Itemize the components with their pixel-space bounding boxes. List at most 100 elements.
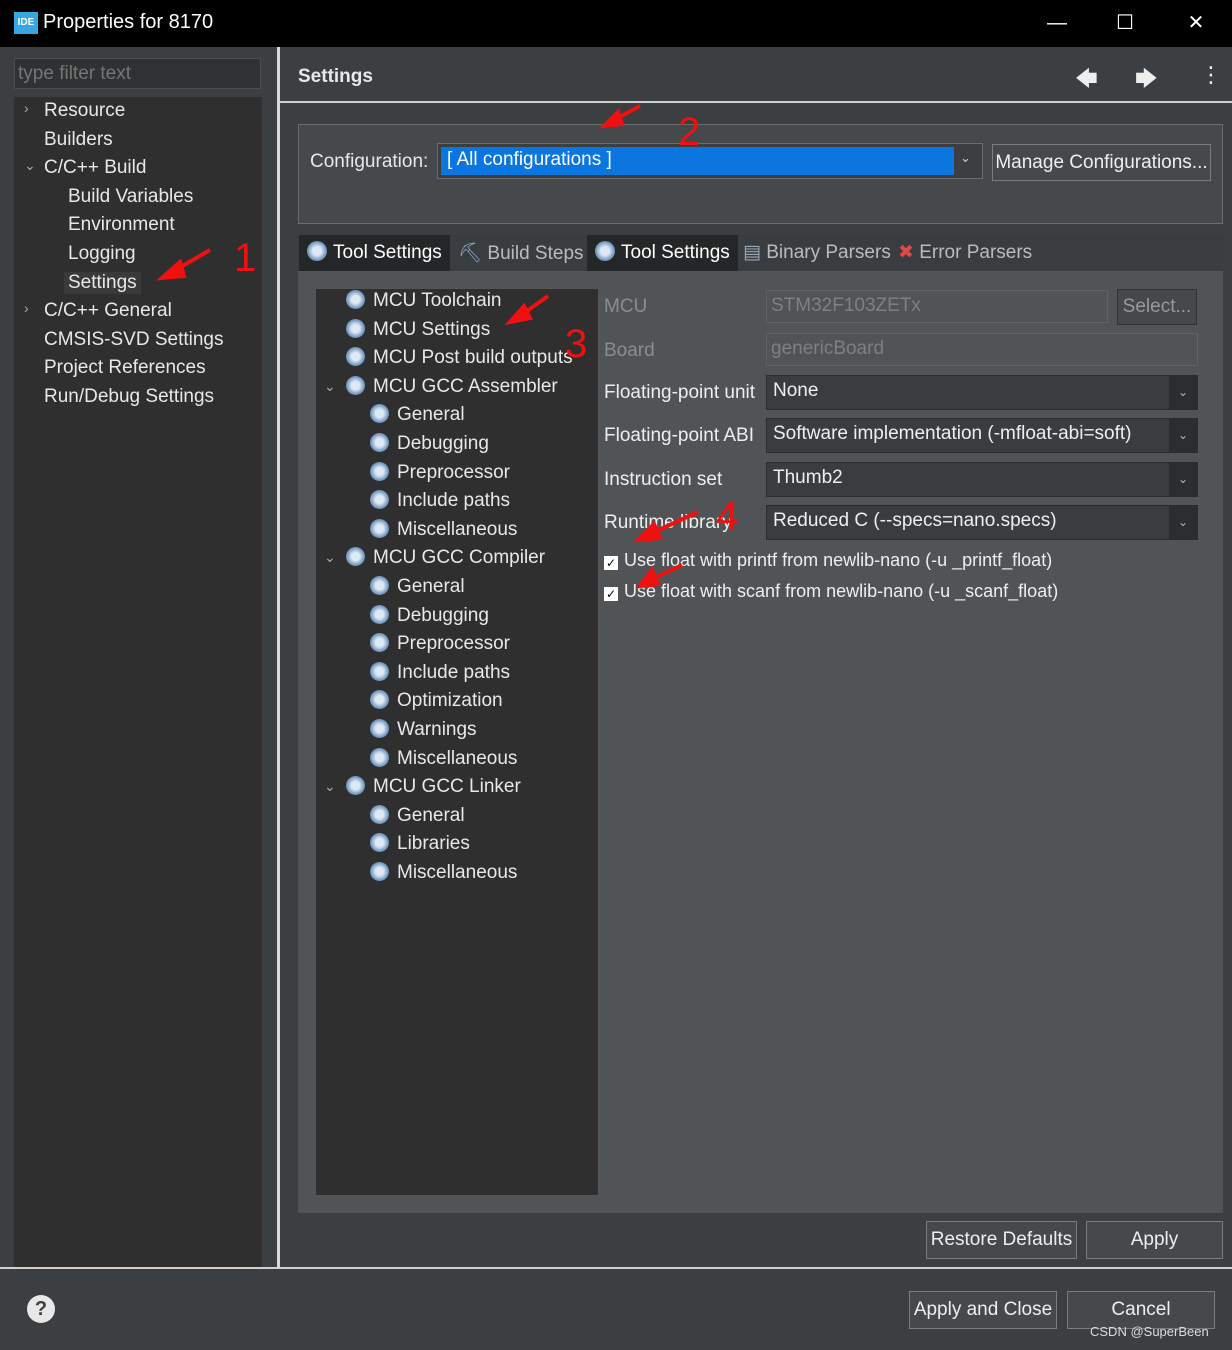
runtime-library-value: Reduced C (--specs=nano.specs) xyxy=(773,510,1057,531)
annotation-number-1: 1 xyxy=(234,236,257,280)
gear-icon xyxy=(370,690,389,710)
apply-button[interactable]: Apply xyxy=(1086,1221,1223,1259)
tool-tree-item[interactable]: Debugging xyxy=(370,433,489,455)
gear-icon xyxy=(346,776,365,796)
gear-icon xyxy=(346,290,365,309)
nav-item-label: Settings xyxy=(68,271,137,293)
tab-tool-settings-2[interactable]: Tool Settings xyxy=(587,235,738,271)
tool-tree-item[interactable]: MCU Settings xyxy=(346,318,491,341)
tool-tree-item[interactable]: Include paths xyxy=(370,490,510,512)
tool-tree-item[interactable]: Libraries xyxy=(370,833,470,855)
gear-icon xyxy=(370,518,389,538)
tab-label: Binary Parsers xyxy=(766,242,891,263)
tool-tree-item[interactable]: ⌄ MCU GCC Assembler xyxy=(324,375,558,398)
maximize-button[interactable]: ☐ xyxy=(1105,8,1145,38)
nav-item-resource[interactable]: › Resource xyxy=(24,100,125,122)
gear-icon xyxy=(370,661,389,681)
tool-tree-label: Warnings xyxy=(397,719,477,740)
gear-icon xyxy=(370,461,389,481)
select-mcu-button[interactable]: Select... xyxy=(1117,289,1197,325)
nav-item-run-debug-settings[interactable]: Run/Debug Settings xyxy=(44,386,214,408)
tab-binary-parsers[interactable]: ▤ Binary Parsers xyxy=(735,235,899,271)
chevron-down-icon[interactable]: ⌄ xyxy=(324,378,336,395)
tab-build-steps[interactable]: ⛏ Build Steps xyxy=(450,235,592,271)
fpu-select[interactable]: None ⌄ xyxy=(766,375,1198,410)
nav-item-label: Build Variables xyxy=(68,185,194,207)
tool-tree-item[interactable]: General xyxy=(370,804,465,827)
tool-tree-item[interactable]: Debugging xyxy=(370,604,489,627)
checkbox-checked-icon[interactable]: ✓ xyxy=(604,556,618,570)
manage-configurations-button[interactable]: Manage Configurations... xyxy=(992,144,1211,181)
nav-item-settings[interactable]: Settings xyxy=(64,271,141,294)
tool-tree-item[interactable]: Optimization xyxy=(370,690,503,712)
binary-parser-icon: ▤ xyxy=(743,242,767,263)
chevron-down-icon[interactable]: ⌄ xyxy=(960,150,971,166)
nav-item-label: Project References xyxy=(44,357,206,379)
tool-tree-item[interactable]: Preprocessor xyxy=(370,633,510,655)
tool-tree-item[interactable]: General xyxy=(370,404,465,426)
tool-tree-item[interactable]: Miscellaneous xyxy=(370,862,517,884)
tool-tree-item[interactable]: General xyxy=(370,576,465,598)
tab-label: Build Steps xyxy=(487,243,584,264)
nav-item-label: Logging xyxy=(68,243,136,264)
close-button[interactable]: ✕ xyxy=(1176,8,1216,38)
tool-tree-item[interactable]: Warnings xyxy=(370,719,477,741)
nav-item-cmsis-svd-settings[interactable]: CMSIS-SVD Settings xyxy=(44,329,224,351)
nav-item-c-c-build[interactable]: ⌄ C/C++ Build xyxy=(24,157,146,179)
printf-float-checkbox[interactable]: ✓ Use float with printf from newlib-nano … xyxy=(604,550,1052,571)
gear-icon xyxy=(307,241,327,261)
chevron-down-icon[interactable]: ⌄ xyxy=(24,157,36,174)
scanf-float-checkbox[interactable]: ✓ Use float with scanf from newlib-nano (… xyxy=(604,581,1058,602)
tab-label: Tool Settings xyxy=(621,242,730,263)
apply-and-close-button[interactable]: Apply and Close xyxy=(909,1291,1057,1329)
mcu-label: MCU xyxy=(604,296,648,317)
filter-input[interactable] xyxy=(14,58,261,89)
gear-icon xyxy=(370,862,389,881)
nav-item-project-references[interactable]: Project References xyxy=(44,357,206,379)
checkbox-checked-icon[interactable]: ✓ xyxy=(604,587,618,601)
chevron-right-icon[interactable]: › xyxy=(24,300,29,316)
nav-item-label: C/C++ General xyxy=(44,300,172,322)
tool-tree-label: MCU Toolchain xyxy=(373,290,502,311)
gear-icon xyxy=(370,747,389,767)
chevron-right-icon[interactable]: › xyxy=(24,100,29,116)
tool-tree-item[interactable]: ⌄ MCU GCC Linker xyxy=(324,776,521,798)
nav-item-builders[interactable]: Builders xyxy=(44,129,113,151)
minimize-button[interactable]: — xyxy=(1037,8,1077,38)
chevron-down-icon[interactable]: ⌄ xyxy=(1169,506,1197,539)
window-title: Properties for 8170 xyxy=(43,11,214,33)
view-menu-icon[interactable]: ⋮ xyxy=(1200,62,1222,88)
nav-item-environment[interactable]: Environment xyxy=(68,214,175,236)
nav-item-logging[interactable]: Logging xyxy=(68,243,136,265)
nav-item-build-variables[interactable]: Build Variables xyxy=(68,186,193,208)
chevron-down-icon[interactable]: ⌄ xyxy=(1169,419,1197,452)
tool-tree-label: MCU Settings xyxy=(373,318,491,340)
abi-select[interactable]: Software implementation (-mfloat-abi=sof… xyxy=(766,418,1198,453)
tool-tree-item[interactable]: Miscellaneous xyxy=(370,747,517,770)
tool-tree-item[interactable]: ⌄ MCU GCC Compiler xyxy=(324,547,545,569)
tool-tree-label: Include paths xyxy=(397,661,511,683)
tool-tree-item[interactable]: Miscellaneous xyxy=(370,518,517,541)
tab-error-parsers[interactable]: ✖ Error Parsers xyxy=(890,235,1040,271)
runtime-library-select[interactable]: Reduced C (--specs=nano.specs) ⌄ xyxy=(766,505,1198,540)
back-arrow-icon[interactable]: 🡄 xyxy=(1075,62,1098,100)
tool-tree-label: Preprocessor xyxy=(397,633,510,655)
tool-tree-item[interactable]: Preprocessor xyxy=(370,461,510,484)
help-icon[interactable]: ? xyxy=(27,1295,55,1323)
tool-tree-item[interactable]: Include paths xyxy=(370,661,511,684)
ide-logo-icon: IDE xyxy=(14,12,38,34)
forward-arrow-icon[interactable]: 🡆 xyxy=(1135,62,1158,100)
chevron-down-icon[interactable]: ⌄ xyxy=(1169,463,1197,496)
chevron-down-icon[interactable]: ⌄ xyxy=(324,778,336,795)
tab-tool-settings[interactable]: Tool Settings xyxy=(299,235,450,271)
tool-tree-label: Libraries xyxy=(397,833,470,855)
chevron-down-icon[interactable]: ⌄ xyxy=(324,549,336,566)
tool-tree-label: MCU Post build outputs xyxy=(373,347,573,369)
configuration-label: Configuration: xyxy=(310,151,429,172)
chevron-down-icon[interactable]: ⌄ xyxy=(1169,376,1197,409)
instruction-set-select[interactable]: Thumb2 ⌄ xyxy=(766,462,1198,497)
tool-tree-item[interactable]: MCU Toolchain xyxy=(346,290,501,312)
nav-item-c-c-general[interactable]: › C/C++ General xyxy=(24,300,172,322)
restore-defaults-button[interactable]: Restore Defaults xyxy=(926,1221,1077,1259)
tool-tree-item[interactable]: MCU Post build outputs xyxy=(346,347,573,369)
